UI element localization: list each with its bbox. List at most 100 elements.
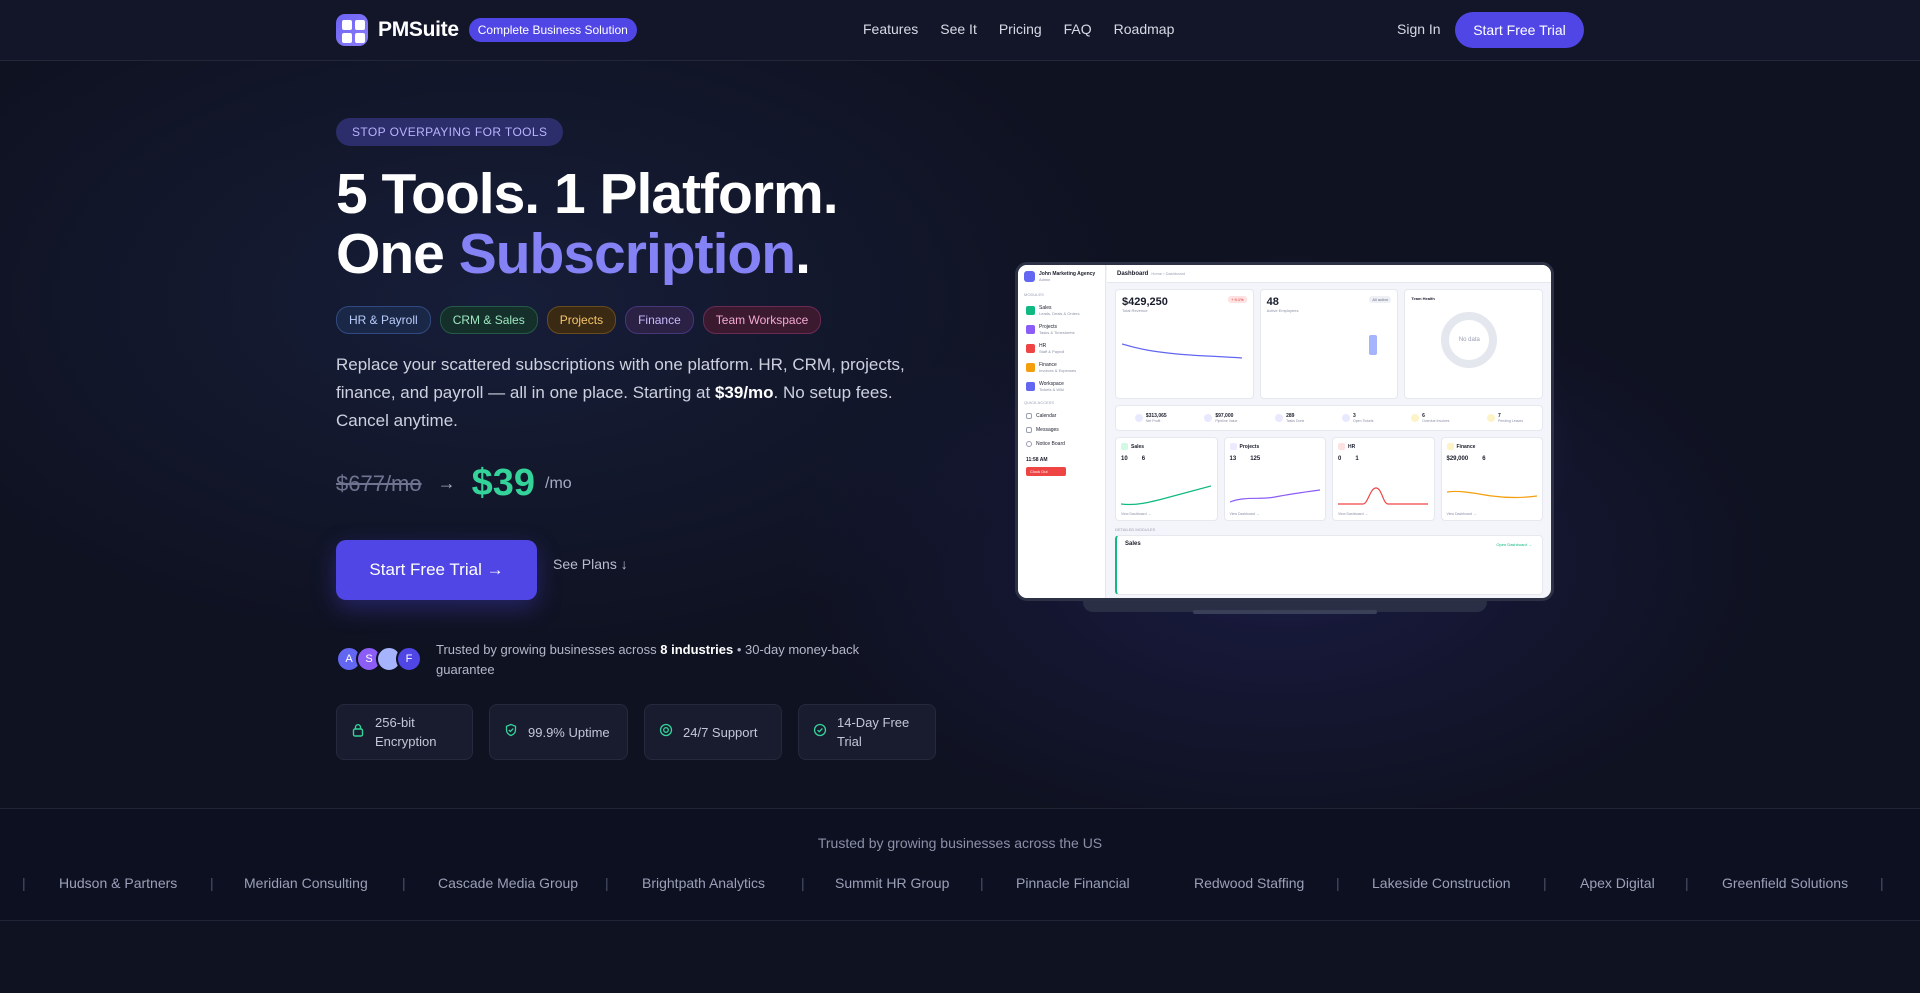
stat-item: $313,065 Net Profit [1134,412,1167,424]
detailed-modules-label: DETAILED MODULES [1115,527,1156,532]
nav-sub: Leads, Deals & Orders [1039,311,1080,316]
stat-icon [1411,414,1420,422]
kpi-label: Team Health [1411,296,1435,301]
calendar-icon [1026,413,1032,419]
module-name: Sales [1131,443,1145,450]
brand-logo[interactable]: PMSuite Complete Business Solution [336,14,637,46]
new-price: $39 [471,462,536,504]
projects-icon [1026,325,1035,334]
brand-badge: Complete Business Solution [468,18,637,42]
dashboard-preview: John Marketing Agency Admin MODULES Sale… [1015,262,1554,601]
module-tags: HR & Payroll CRM & Sales Projects Financ… [336,306,822,334]
people-icon [1338,443,1345,450]
module-name: Projects [1239,443,1260,450]
hr-sparkline [1338,487,1428,505]
nav-link-pricing[interactable]: Pricing [999,21,1042,37]
logo-separator: | [210,875,214,891]
customer-avatars: A S F [336,646,422,672]
module-stat-b: 6 [1482,456,1486,462]
badge-label: 24/7 Support [683,724,758,740]
logo-separator: | [1880,875,1884,891]
preview-sidebar: John Marketing Agency Admin MODULES Sale… [1018,265,1106,598]
preview-nav-projects: Projects Tasks & Timesheets [1018,320,1105,339]
headline-accent: Subscription [458,222,796,286]
check-circle-icon [813,723,827,742]
stat-item: $97,000 Pipeline Value [1204,413,1237,424]
trust-text-a: Trusted by growing businesses across [436,642,661,657]
headline-line-2b: . [795,222,811,286]
company-logo-text: Redwood Staffing [1194,875,1305,891]
module-name: HR [1348,443,1356,450]
preview-breadcrumb: Home › Dashboard [1151,271,1186,276]
stat-item: 289 Tasks Done [1275,413,1304,424]
nav-label: Notice Board [1036,441,1065,447]
preview-nav-finance: Finance Invoices & Expenses [1018,358,1105,377]
brand-name: PMSuite [378,18,459,41]
sales-card-title: Sales [1125,541,1141,547]
hero-start-trial-button[interactable]: Start Free Trial → [336,540,537,600]
stat-label: Overdue Invoices [1422,418,1450,423]
nav-label: Calendar [1036,413,1057,419]
nav-link-see-it[interactable]: See It [940,21,977,37]
module-card-sales: Sales 10 6 View Dashboard → [1115,437,1218,521]
headline-line-2a: One [336,222,459,286]
nav-sub: Invoices & Expenses [1039,368,1077,373]
kpi-label: Active Employees [1266,308,1299,313]
stat-item: 7 Pending Leaves [1486,413,1523,424]
price-comparison: $677/mo → $39 /mo [336,462,572,505]
badge-label: 99.9% Uptime [528,724,610,740]
preview-nav-sales: Sales Leads, Deals & Orders [1018,301,1105,320]
see-plans-link[interactable]: See Plans ↓ [553,556,628,572]
logo-separator: | [1543,875,1547,891]
workspace-icon [1026,382,1035,391]
preview-title: Dashboard [1117,271,1149,277]
badge-uptime: 99.9% Uptime [489,704,628,760]
preview-nav-calendar: Calendar [1018,409,1105,423]
module-card-hr: HR 0 1 View Dashboard → [1332,437,1435,521]
revenue-line-chart [1122,343,1242,359]
lifebuoy-icon [659,723,673,742]
stat-icon [1204,414,1213,422]
stat-value: $313,065 [1145,412,1167,419]
nav-link-faq[interactable]: FAQ [1064,21,1092,37]
trusted-by-strip: Trusted by growing businesses across the… [0,808,1920,921]
company-logo-text: Hudson & Partners [59,875,178,891]
top-navbar: PMSuite Complete Business Solution Featu… [0,0,1920,61]
logo-separator: | [1685,875,1689,891]
open-dashboard-link: Open Dashboard → [1496,542,1532,547]
stats-row: $313,065 Net Profit $97,000 Pipeline Value… [1115,405,1543,431]
preview-clock: 11:58 AM [1026,457,1048,463]
module-card-finance: Finance $29,000 6 View Dashboard → [1440,437,1543,521]
preview-org: John Marketing Agency Admin [1018,265,1105,288]
preview-main: Dashboard Home › Dashboard $429,250 Total… [1107,265,1551,598]
eyebrow-pill: STOP OVERPAYING FOR TOOLS [336,118,564,146]
nav-sub: Tasks & Timesheets [1039,330,1075,335]
lock-icon [351,723,365,742]
badge-support: 24/7 Support [644,704,782,760]
nav-link-features[interactable]: Features [863,21,918,37]
badge-label: 256-bit Encryption [375,715,437,749]
module-link: View Dashboard → [1229,512,1260,516]
org-role: Admin [1039,277,1051,282]
team-health-donut: No data [1441,312,1498,368]
preview-nav-notice-board: Notice Board [1018,437,1105,451]
headline-line-1: 5 Tools. 1 Platform. [336,162,839,226]
finance-icon [1026,363,1035,372]
hr-icon [1026,344,1035,353]
module-stat-a: $29,000 [1446,456,1469,462]
nav-start-trial-button[interactable]: Start Free Trial [1455,12,1584,48]
trust-statement: Trusted by growing businesses across 8 i… [436,640,906,680]
company-logo-text: Summit HR Group [835,875,950,891]
kpi-employees: 48 Active Employees All active [1259,289,1399,399]
module-stat-a: 13 [1229,456,1237,462]
company-logo-text: Pinnacle Financial [1016,875,1130,891]
kpi-revenue: $429,250 Total Revenue + 9.1% [1115,289,1254,399]
module-name: Finance [1456,443,1476,450]
folder-icon [1229,443,1237,450]
sales-sparkline [1121,485,1211,506]
wallet-icon [1446,443,1454,450]
hero-headline: 5 Tools. 1 Platform. One Subscription. [336,162,839,286]
nav-sub: Tickets & Wiki [1039,387,1064,392]
nav-link-roadmap[interactable]: Roadmap [1114,21,1175,37]
sign-in-link[interactable]: Sign In [1397,21,1441,37]
